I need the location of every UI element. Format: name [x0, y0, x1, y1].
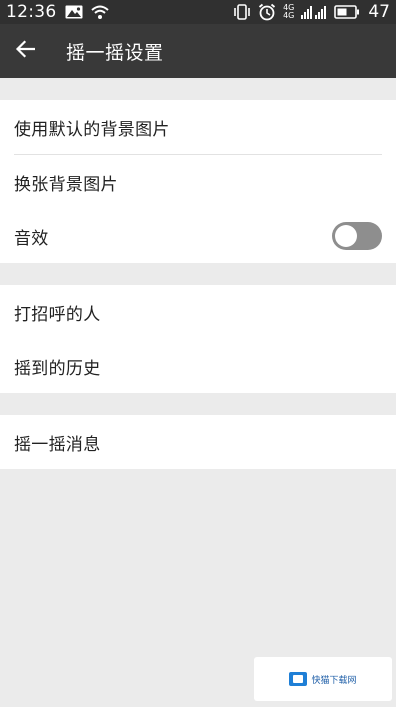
- greeters-label: 打招呼的人: [14, 304, 101, 325]
- status-bar: 12:36 4G 4G 47: [0, 0, 396, 24]
- default-background-label: 使用默认的背景图片: [14, 119, 170, 140]
- page-title: 摇一摇设置: [66, 41, 164, 64]
- image-icon: [65, 5, 83, 19]
- history-label: 摇到的历史: [14, 358, 101, 379]
- sound-effect-toggle[interactable]: [332, 222, 382, 250]
- signal-icon: [301, 5, 327, 19]
- default-background-item[interactable]: 使用默认的背景图片: [0, 100, 396, 154]
- sound-effect-item: 音效: [0, 209, 396, 263]
- section-gap: [0, 393, 396, 415]
- network-label-2: 4G: [283, 11, 295, 20]
- messages-label: 摇一摇消息: [14, 434, 101, 455]
- battery-icon: [334, 5, 360, 19]
- settings-content: 使用默认的背景图片 换张背景图片 音效 打招呼的人 摇到的历史 摇一摇消息: [0, 78, 396, 469]
- history-item[interactable]: 摇到的历史: [0, 339, 396, 393]
- section-gap: [0, 263, 396, 285]
- wifi-icon: [90, 5, 109, 19]
- app-bar: 摇一摇设置: [0, 24, 396, 78]
- greeters-item[interactable]: 打招呼的人: [0, 285, 396, 339]
- change-background-item[interactable]: 换张背景图片: [0, 155, 396, 209]
- network-indicator: 4G 4G: [283, 4, 294, 20]
- vibrate-icon: [233, 4, 251, 20]
- section-gap: [0, 78, 396, 100]
- status-right-group: 4G 4G 47: [226, 2, 390, 22]
- messages-item[interactable]: 摇一摇消息: [0, 415, 396, 469]
- battery-level: 47: [368, 2, 390, 22]
- back-button[interactable]: [0, 24, 50, 78]
- arrow-left-icon: [15, 40, 36, 62]
- watermark-logo-icon: [289, 672, 308, 686]
- sound-effect-label: 音效: [14, 228, 49, 249]
- status-time: 12:36: [6, 2, 57, 22]
- settings-group-messages: 摇一摇消息: [0, 415, 396, 469]
- settings-group-background: 使用默认的背景图片 换张背景图片 音效: [0, 100, 396, 263]
- toggle-knob: [335, 225, 357, 247]
- change-background-label: 换张背景图片: [14, 174, 118, 195]
- watermark: 快猫下载网: [254, 657, 392, 701]
- watermark-text: 快猫下载网: [311, 675, 357, 686]
- settings-group-social: 打招呼的人 摇到的历史: [0, 285, 396, 393]
- alarm-icon: [258, 3, 276, 21]
